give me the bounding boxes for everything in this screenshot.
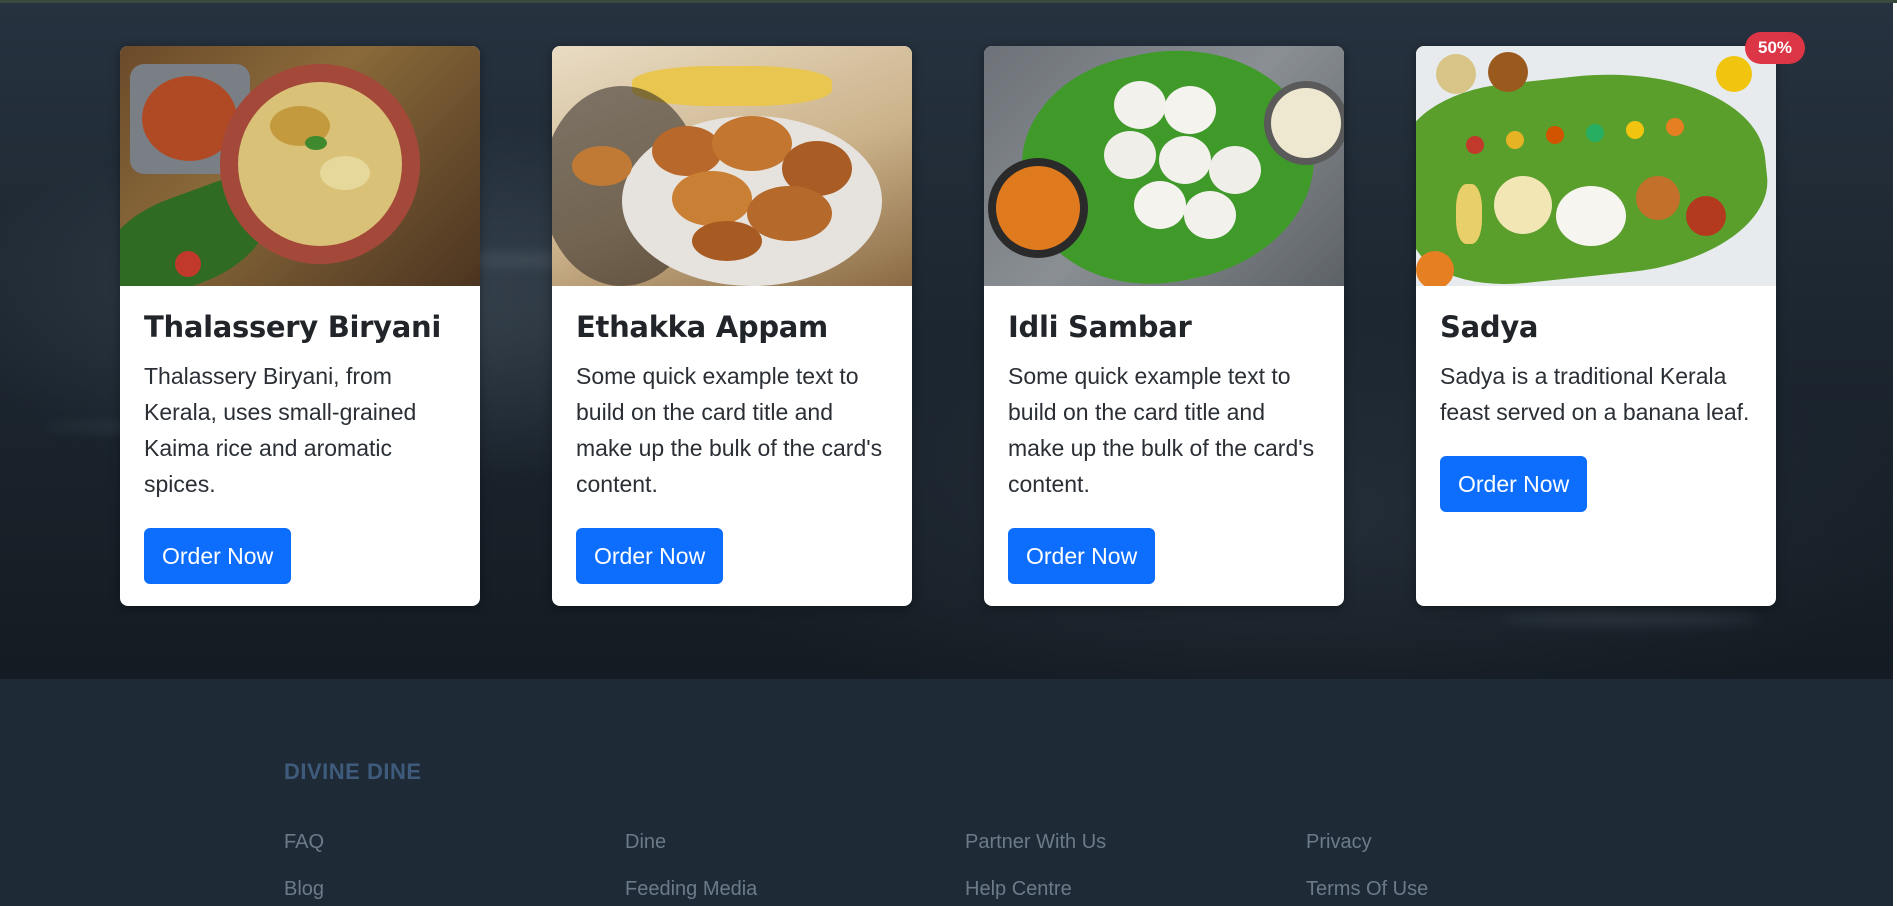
footer-link-privacy[interactable]: Privacy xyxy=(1306,831,1372,854)
card-title: Thalassery Biryani xyxy=(144,310,442,344)
footer: DIVINE DINE FAQ Blog Dine Feeding Media … xyxy=(0,679,1897,906)
footer-brand: DIVINE DINE xyxy=(284,759,422,784)
banana-fritters-photo xyxy=(552,46,912,286)
idli-sambar-photo xyxy=(984,46,1344,286)
order-now-button[interactable]: Order Now xyxy=(1440,456,1588,512)
biryani-photo xyxy=(120,46,480,286)
order-now-button[interactable]: Order Now xyxy=(1008,528,1156,584)
order-now-button[interactable]: Order Now xyxy=(144,528,292,584)
footer-link-feeding-media[interactable]: Feeding Media xyxy=(625,878,757,901)
sadya-feast-photo xyxy=(1416,46,1776,286)
card-title: Sadya xyxy=(1440,310,1539,344)
scrollbar[interactable] xyxy=(1893,3,1897,906)
card-text: Thalassery Biryani, from Kerala, uses sm… xyxy=(144,363,417,497)
card-title: Idli Sambar xyxy=(1008,310,1192,344)
footer-link-faq[interactable]: FAQ xyxy=(284,831,324,854)
discount-badge: 50% xyxy=(1745,32,1805,64)
footer-link-dine[interactable]: Dine xyxy=(625,831,666,854)
footer-link-blog[interactable]: Blog xyxy=(284,878,324,901)
footer-link-partner-with-us[interactable]: Partner With Us xyxy=(965,831,1106,854)
card-text: Some quick example text to build on the … xyxy=(576,363,883,497)
menu-card-idli-sambar: Idli Sambar Some quick example text to b… xyxy=(984,46,1344,606)
menu-card-thalassery-biryani: Thalassery Biryani Thalassery Biryani, f… xyxy=(120,46,480,606)
card-text: Sadya is a traditional Kerala feast serv… xyxy=(1440,363,1750,425)
footer-link-terms-of-use[interactable]: Terms Of Use xyxy=(1306,878,1428,901)
order-now-button[interactable]: Order Now xyxy=(576,528,724,584)
menu-card-ethakka-appam: Ethakka Appam Some quick example text to… xyxy=(552,46,912,606)
card-title: Ethakka Appam xyxy=(576,310,828,344)
footer-link-help-centre[interactable]: Help Centre xyxy=(965,878,1072,901)
card-text: Some quick example text to build on the … xyxy=(1008,363,1315,497)
menu-card-sadya: Sadya Sadya is a traditional Kerala feas… xyxy=(1416,46,1776,606)
